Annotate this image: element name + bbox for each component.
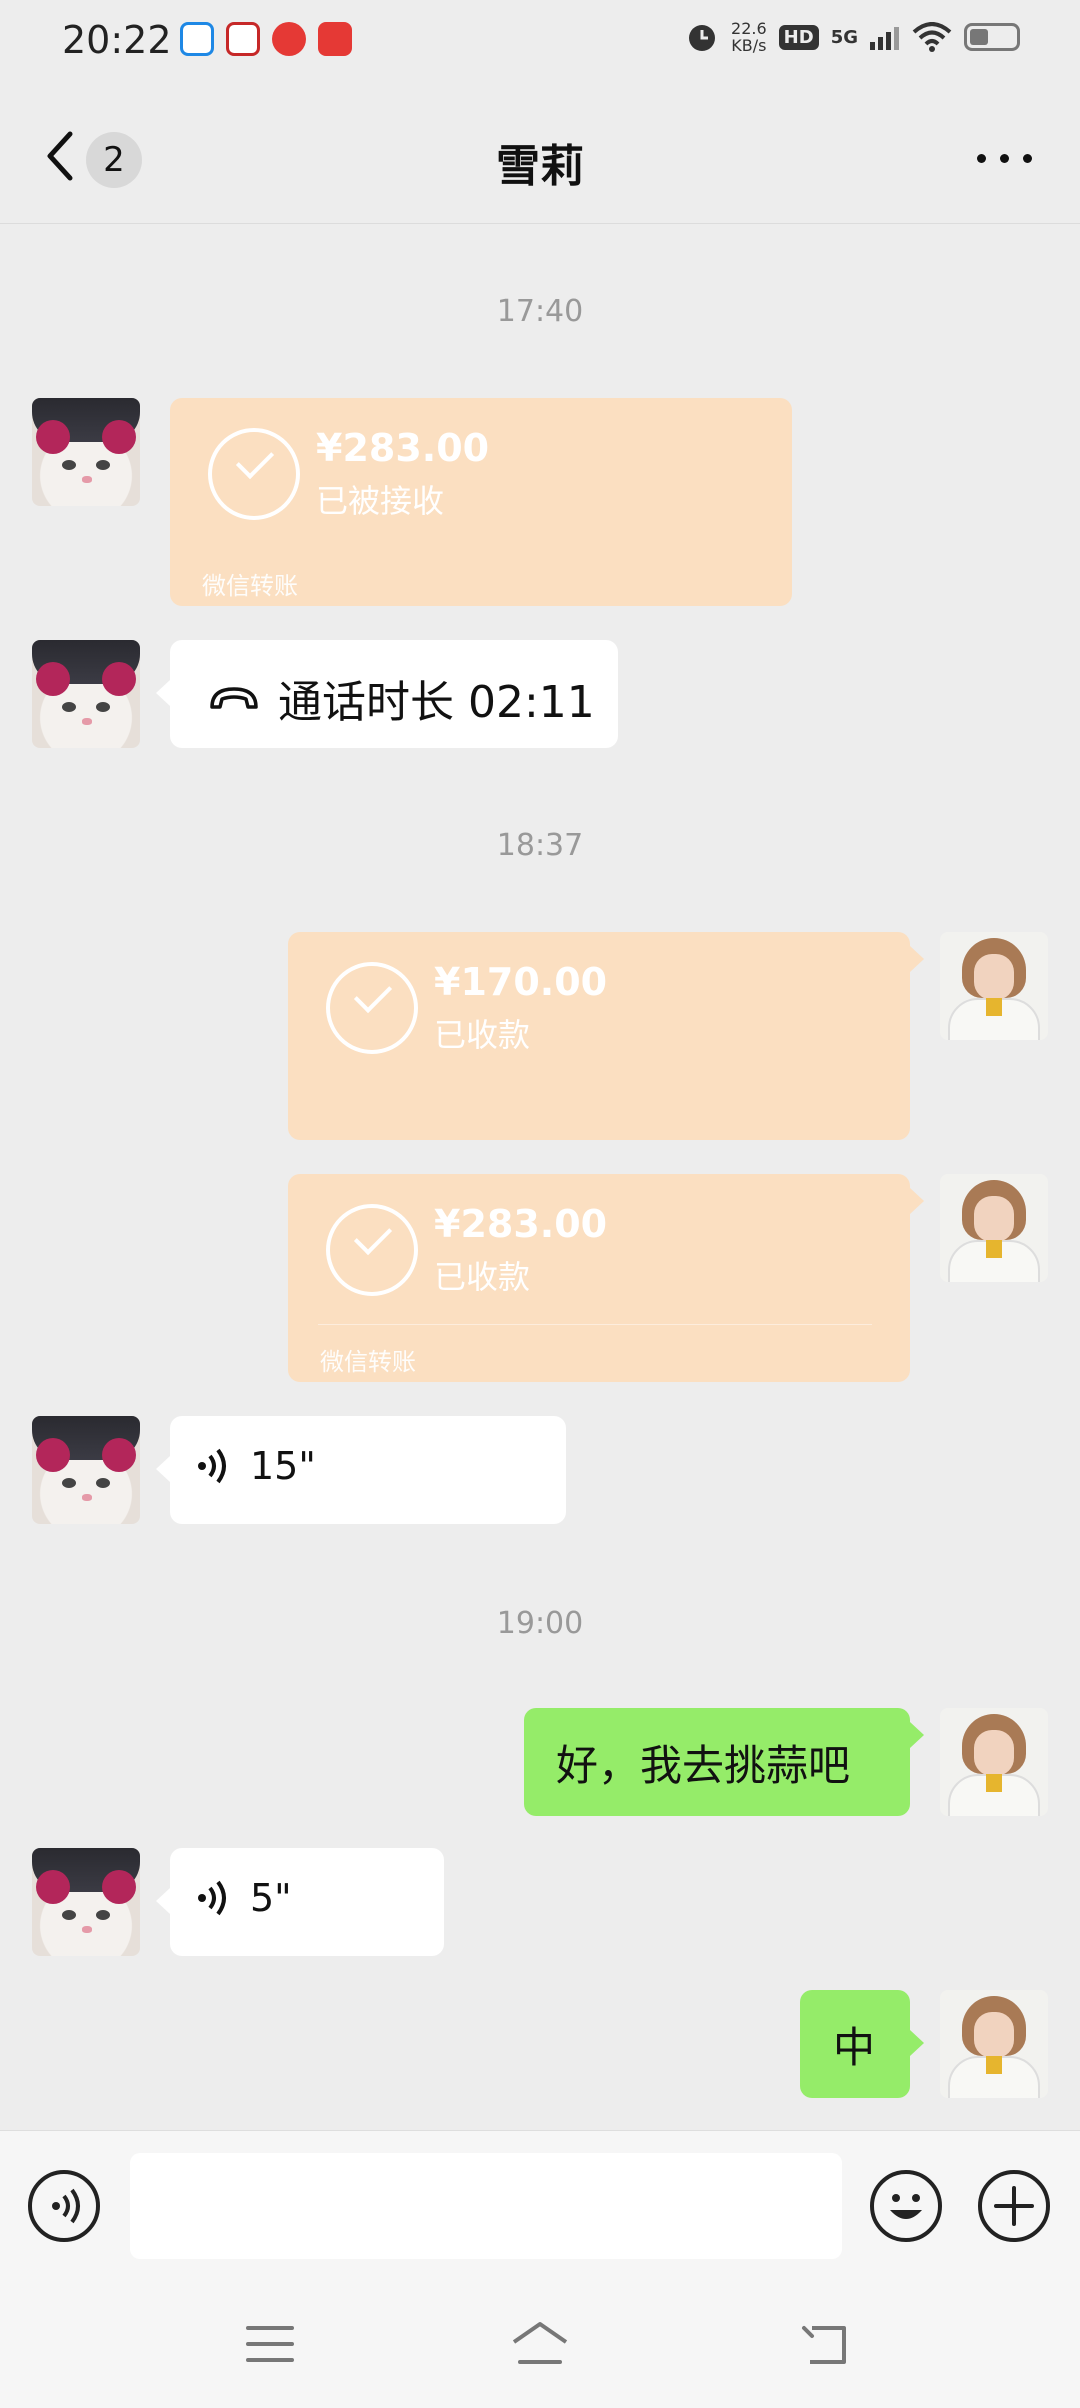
transfer-status: 已被接收 bbox=[316, 482, 445, 520]
taobao-notification-icon bbox=[318, 22, 352, 56]
voice-wave-icon bbox=[198, 1880, 226, 1916]
wifi-icon bbox=[912, 22, 952, 52]
contact-avatar[interactable] bbox=[32, 1848, 140, 1956]
voice-message[interactable]: 5" bbox=[170, 1848, 444, 1956]
transfer-check-icon bbox=[326, 1204, 418, 1296]
message-timestamp: 19:00 bbox=[496, 1606, 584, 1641]
transfer-amount: ¥170.00 bbox=[434, 960, 608, 1004]
transfer-check-icon bbox=[326, 962, 418, 1054]
hd-badge: HD bbox=[778, 24, 819, 50]
plus-icon[interactable] bbox=[978, 2170, 1050, 2242]
chat-header: 2 雪莉 bbox=[0, 84, 1080, 224]
text-message[interactable]: 好，我去挑蒜吧 bbox=[524, 1708, 910, 1816]
transfer-footer: 微信转账 bbox=[202, 572, 298, 600]
home-icon[interactable] bbox=[510, 2320, 570, 2366]
voice-duration: 5" bbox=[250, 1876, 292, 1920]
voice-toggle-icon[interactable] bbox=[28, 2170, 100, 2242]
app-notification-icon bbox=[180, 22, 214, 56]
transfer-status: 已收款 bbox=[434, 1016, 531, 1054]
chat-input-bar bbox=[0, 2130, 1080, 2280]
menu-icon[interactable] bbox=[246, 2324, 294, 2364]
more-options-icon[interactable] bbox=[977, 154, 1032, 163]
notification-icons bbox=[180, 22, 352, 56]
network-speed: 22.6 KB/s bbox=[731, 20, 767, 54]
message-text: 中 bbox=[833, 2023, 876, 2072]
transfer-divider bbox=[318, 1324, 872, 1325]
my-avatar[interactable] bbox=[940, 932, 1048, 1040]
transfer-status: 已收款 bbox=[434, 1258, 531, 1296]
transfer-footer: 微信转账 bbox=[320, 1348, 416, 1376]
voice-wave-icon bbox=[198, 1448, 226, 1484]
transfer-message[interactable]: ¥283.00 已收款 微信转账 bbox=[288, 1174, 910, 1382]
message-timestamp: 17:40 bbox=[496, 294, 584, 329]
network-speed-unit: KB/s bbox=[731, 36, 767, 55]
network-type: 5G bbox=[830, 26, 858, 48]
voice-message[interactable]: 15" bbox=[170, 1416, 566, 1524]
transfer-amount: ¥283.00 bbox=[434, 1202, 608, 1246]
my-avatar[interactable] bbox=[940, 1990, 1048, 2098]
transfer-message[interactable]: ¥170.00 已收款 bbox=[288, 932, 910, 1140]
transfer-amount: ¥283.00 bbox=[316, 426, 490, 470]
transfer-message[interactable]: ¥283.00 已被接收 微信转账 bbox=[170, 398, 792, 606]
app-notification-icon bbox=[272, 22, 306, 56]
chat-title: 雪莉 bbox=[496, 141, 584, 192]
battery-icon bbox=[964, 23, 1020, 51]
contact-avatar[interactable] bbox=[32, 398, 140, 506]
contact-avatar[interactable] bbox=[32, 640, 140, 748]
emoji-icon[interactable] bbox=[870, 2170, 942, 2242]
status-time: 20:22 bbox=[62, 18, 172, 62]
transfer-check-icon bbox=[208, 428, 300, 520]
status-bar: 20:22 22.6 KB/s HD 5G bbox=[0, 0, 1080, 84]
signal-icon bbox=[870, 27, 899, 50]
message-input[interactable] bbox=[130, 2153, 842, 2259]
my-avatar[interactable] bbox=[940, 1174, 1048, 1282]
contact-avatar[interactable] bbox=[32, 1416, 140, 1524]
voice-duration: 15" bbox=[250, 1444, 316, 1488]
back-icon[interactable] bbox=[798, 2322, 850, 2366]
call-record-message[interactable]: 通话时长 02:11 bbox=[170, 640, 618, 748]
network-speed-value: 22.6 bbox=[731, 19, 767, 38]
message-text: 好，我去挑蒜吧 bbox=[556, 1741, 851, 1790]
text-message[interactable]: 中 bbox=[800, 1990, 910, 2098]
phone-hangup-icon bbox=[210, 687, 258, 709]
system-nav-bar bbox=[0, 2280, 1080, 2408]
call-duration-text: 通话时长 02:11 bbox=[278, 677, 595, 728]
message-timestamp: 18:37 bbox=[496, 828, 584, 863]
alarm-icon bbox=[689, 25, 716, 51]
app-notification-icon bbox=[226, 22, 260, 56]
my-avatar[interactable] bbox=[940, 1708, 1048, 1816]
